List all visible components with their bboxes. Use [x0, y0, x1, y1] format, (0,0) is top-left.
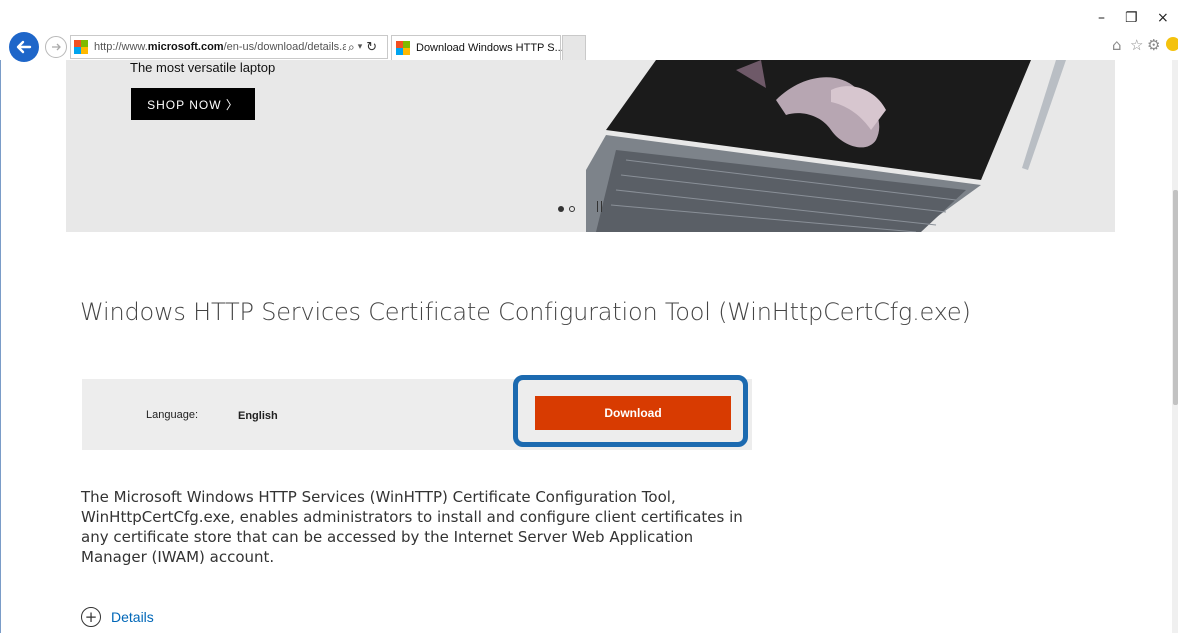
scrollbar-thumb[interactable]: [1173, 190, 1178, 405]
smiley-icon[interactable]: [1166, 37, 1178, 51]
site-favicon: [74, 40, 88, 54]
details-toggle[interactable]: + Details: [81, 607, 154, 627]
forward-icon: [52, 43, 61, 51]
hero-tagline: The most versatile laptop: [130, 60, 276, 75]
close-window-button[interactable]: ×: [1157, 10, 1169, 26]
plus-circle-icon: +: [81, 607, 101, 627]
download-button[interactable]: Download: [535, 396, 731, 430]
maximize-button[interactable]: ❐: [1125, 10, 1138, 26]
hero-banner: The most versatile laptop SHOP NOW 〉: [66, 60, 1115, 232]
tab-favicon: [396, 41, 410, 55]
back-icon: [16, 40, 32, 54]
minimize-button[interactable]: –: [1098, 10, 1105, 26]
forward-button[interactable]: [45, 36, 67, 58]
address-url[interactable]: http://www.microsoft.com/en-us/download/…: [94, 41, 346, 53]
gear-icon[interactable]: ⚙: [1147, 36, 1160, 54]
page-title: Windows HTTP Services Certificate Config…: [80, 298, 971, 326]
browser-toolbar: – ❐ × http://www.microsoft.com/en-us/dow…: [0, 0, 1178, 62]
language-value[interactable]: English: [238, 410, 278, 422]
back-button[interactable]: [9, 32, 39, 62]
shop-now-button[interactable]: SHOP NOW 〉: [131, 88, 255, 120]
new-tab-button[interactable]: [562, 35, 586, 60]
carousel-dot-active[interactable]: [558, 206, 564, 212]
home-icon[interactable]: ⌂: [1112, 36, 1122, 54]
pause-icon[interactable]: [596, 201, 604, 213]
refresh-icon[interactable]: ↻: [366, 40, 377, 55]
details-link[interactable]: Details: [111, 609, 154, 625]
carousel-dot[interactable]: [569, 206, 575, 212]
description-text: The Microsoft Windows HTTP Services (Win…: [81, 488, 743, 566]
tab-title: Download Windows HTTP S...: [416, 42, 564, 54]
chevron-down-icon[interactable]: ▾: [358, 42, 363, 52]
star-icon[interactable]: ☆: [1130, 36, 1143, 54]
surface-laptop-image: [586, 60, 1066, 232]
tab-download[interactable]: Download Windows HTTP S... ×: [391, 35, 577, 60]
language-label: Language:: [146, 409, 198, 421]
address-bar[interactable]: http://www.microsoft.com/en-us/download/…: [70, 35, 388, 59]
search-icon[interactable]: ⌕: [348, 40, 355, 55]
